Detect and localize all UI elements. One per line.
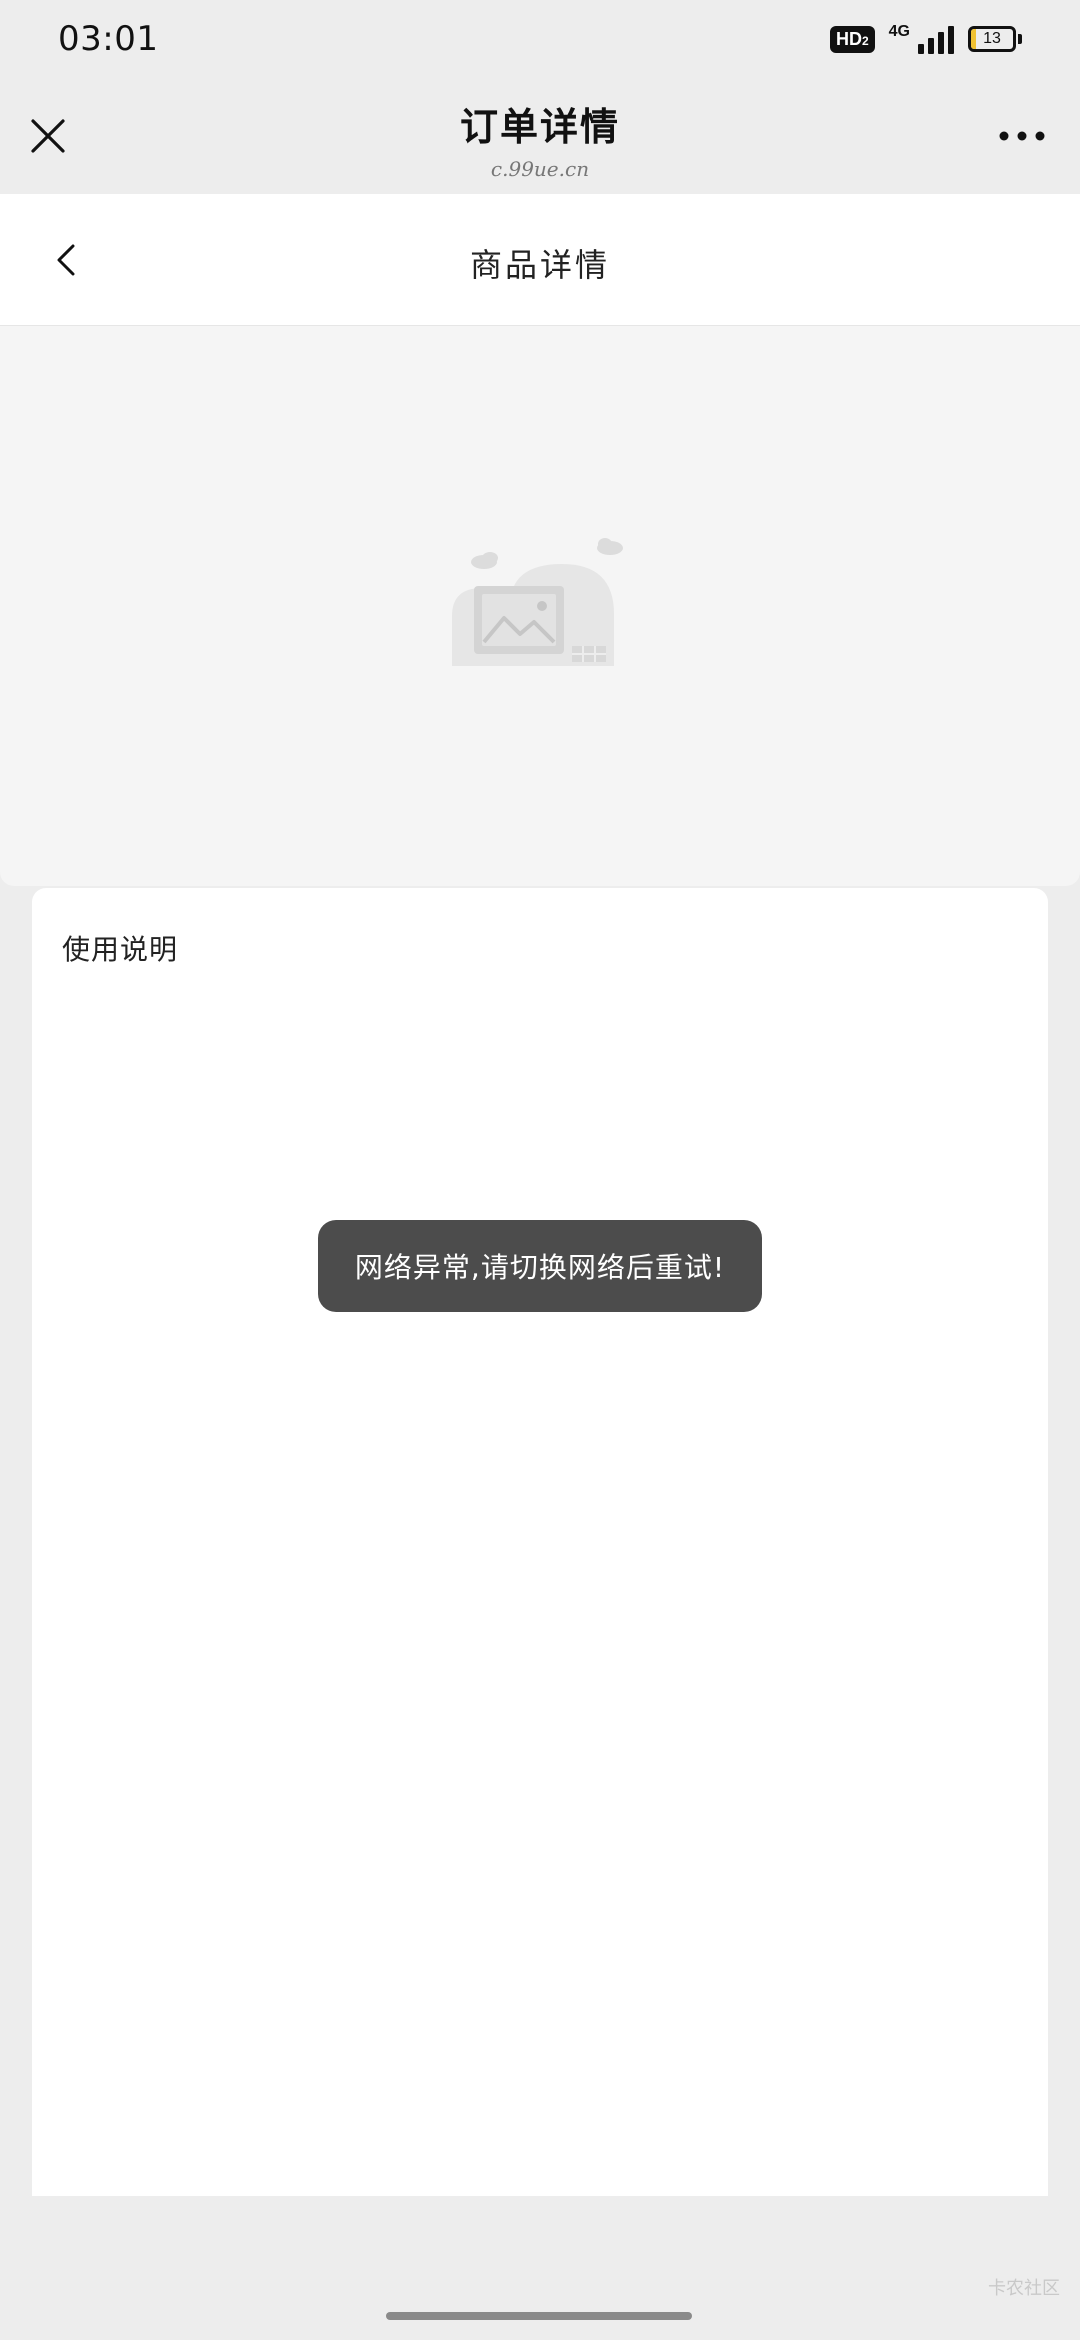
battery-icon: 13 (968, 26, 1022, 52)
network-type-label: 4G (888, 23, 910, 40)
signal-bar-1 (918, 44, 924, 54)
nav-title: 订单详情 (459, 105, 620, 149)
hd-label: HD (835, 28, 862, 49)
signal-bar-2 (928, 38, 934, 54)
nav-subtitle-domain: c.99ue.cn (490, 157, 590, 181)
page-title: 商品详情 (469, 246, 610, 284)
battery-fill (971, 29, 977, 49)
network-indicator: 4G (889, 24, 954, 54)
home-indicator[interactable] (386, 2312, 692, 2320)
usage-instructions-label: 使用说明 (62, 933, 179, 966)
usage-instructions-card: 使用说明 (32, 888, 1048, 2196)
status-bar: 03:01 HD2 4G 13 (0, 0, 1080, 78)
network-error-toast: 网络异常,请切换网络后重试! (318, 1220, 762, 1312)
status-icons: HD2 4G 13 (829, 24, 1022, 54)
signal-strength-icon (918, 24, 954, 54)
hd-sub: 2 (861, 33, 869, 48)
watermark: 卡农社区 (988, 2278, 1060, 2299)
more-horizontal-icon (999, 131, 1045, 141)
battery-cap (1018, 34, 1022, 44)
status-time: 03:01 (58, 19, 159, 59)
image-placeholder-icon (452, 538, 623, 666)
webview-nav-bar: 订单详情 c.99ue.cn (0, 78, 1080, 194)
signal-bar-3 (938, 32, 944, 54)
toast-message: 网络异常,请切换网络后重试! (354, 1251, 726, 1284)
hd-voice-badge: HD2 (829, 25, 875, 53)
signal-bar-4 (948, 26, 954, 54)
product-image-area (0, 326, 1080, 886)
nav-title-group: 订单详情 c.99ue.cn (0, 96, 1080, 181)
battery-body: 13 (968, 26, 1016, 52)
screen: 03:01 HD2 4G 13 订单详情 c.99ue.cn 商品详情 使用说明… (0, 0, 1080, 2340)
more-options-button[interactable] (990, 114, 1054, 158)
page-header: 商品详情 (0, 194, 1080, 326)
battery-level: 13 (983, 30, 1001, 47)
